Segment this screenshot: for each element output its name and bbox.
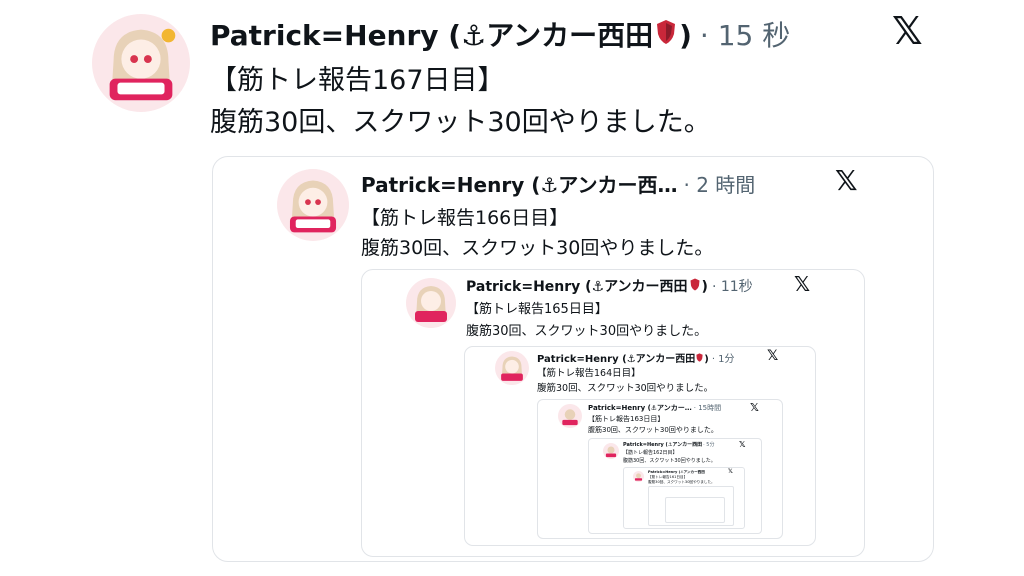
tweet-text-line1: 【筋トレ報告163日目】	[588, 415, 665, 423]
quoted-tweet-card[interactable]: Patrick=Henry (⚓アンカー西… · 2 時間 𝕏 【筋トレ報告16…	[212, 156, 934, 562]
avatar[interactable]	[92, 14, 190, 112]
avatar[interactable]	[603, 443, 619, 459]
quoted-tweet-card[interactable]	[648, 486, 734, 526]
timestamp[interactable]: · 5分	[703, 441, 714, 448]
x-logo-icon[interactable]: 𝕏	[892, 12, 923, 50]
author-name-close: )	[679, 19, 692, 52]
author-name[interactable]: Patrick=Henry (⚓アンカー西田	[623, 441, 702, 448]
tweet-text-line1: 【筋トレ報告162日目】	[623, 450, 678, 456]
avatar[interactable]	[558, 404, 582, 428]
tweet-text-line2: 腹筋30回、スクワット30回やりました。	[588, 426, 718, 434]
timestamp[interactable]: · 15 秒	[700, 14, 790, 54]
avatar-image	[277, 169, 349, 241]
tweet-text-line2: 腹筋30回、スクワット30回やりました。	[466, 324, 708, 339]
tweet-text-line1: 【筋トレ報告167日目】	[210, 65, 505, 96]
shield-icon	[696, 353, 703, 362]
quoted-tweet-card[interactable]	[665, 497, 725, 523]
quoted-tweet-card[interactable]: Patrick=Henry (⚓アンカー… · 15時間 𝕏 【筋トレ報告163…	[537, 399, 783, 539]
avatar[interactable]	[406, 278, 456, 328]
x-logo-icon[interactable]: 𝕏	[728, 469, 733, 475]
avatar-image	[558, 404, 582, 428]
timestamp[interactable]: · 15時間	[694, 403, 721, 413]
tweet-text-line2: 腹筋30回、スクワット30回やりました。	[623, 458, 716, 464]
x-logo-icon[interactable]: 𝕏	[767, 349, 778, 363]
tweet-text-line2: 腹筋30回、スクワット30回やりました。	[361, 237, 714, 259]
tweet-text-line2: 腹筋30回、スクワット30回やりました。	[648, 480, 715, 484]
tweet-text-line2: 腹筋30回、スクワット30回やりました。	[537, 383, 714, 394]
x-logo-icon[interactable]: 𝕏	[835, 167, 858, 195]
timestamp[interactable]: · 11秒	[712, 276, 753, 296]
x-logo-icon[interactable]: 𝕏	[750, 402, 759, 413]
tweet-text-line2: 腹筋30回、スクワット30回やりました。	[210, 107, 711, 138]
author-name-close: )	[704, 354, 709, 365]
quoted-tweet-card[interactable]: Patrick=Henry (⚓アンカー西田 ) · 11秒 𝕏 【筋トレ報告1…	[361, 269, 865, 557]
avatar-image	[92, 14, 190, 112]
tweet-text-line1: 【筋トレ報告164日目】	[537, 368, 641, 379]
avatar[interactable]	[495, 351, 529, 385]
author-name[interactable]: Patrick=Henry (⚓アンカー西田	[466, 276, 688, 296]
author-name[interactable]: Patrick=Henry (⚓アンカー西田	[537, 350, 695, 365]
quoted-tweet-card[interactable]: Patrick=Henry (⚓アンカー西田 · 5分 𝕏 【筋トレ報告162日…	[588, 438, 762, 534]
tweet-text-line1: 【筋トレ報告165日目】	[466, 302, 608, 317]
avatar-image	[406, 278, 456, 328]
author-name[interactable]: Patrick=Henry (⚓アンカー…	[588, 403, 692, 413]
x-logo-icon[interactable]: 𝕏	[739, 441, 745, 449]
avatar-image	[495, 351, 529, 385]
author-name[interactable]: Patrick=Henry (⚓アンカー西田	[210, 14, 653, 54]
shield-icon	[690, 278, 700, 291]
shield-icon	[656, 19, 676, 45]
author-name-close: )	[701, 279, 708, 295]
avatar-image	[633, 471, 644, 482]
x-logo-icon[interactable]: 𝕏	[794, 274, 810, 294]
quoted-tweet-card[interactable]: Patrick=Henry (⚓アンカー西田 ) · 1分 𝕏 【筋トレ報告16…	[464, 346, 816, 546]
timestamp[interactable]: · 1分	[712, 350, 735, 365]
tweet-text-line1: 【筋トレ報告166日目】	[361, 207, 569, 229]
author-name[interactable]: Patrick=Henry (⚓アンカー西…	[361, 169, 678, 198]
avatar[interactable]	[633, 471, 644, 482]
avatar-image	[603, 443, 619, 459]
timestamp[interactable]: · 2 時間	[684, 169, 756, 198]
avatar[interactable]	[277, 169, 349, 241]
quoted-tweet-card[interactable]: Patrick=Henry (⚓アンカー西田 𝕏 【筋トレ報告161日目】 腹筋…	[623, 467, 745, 529]
